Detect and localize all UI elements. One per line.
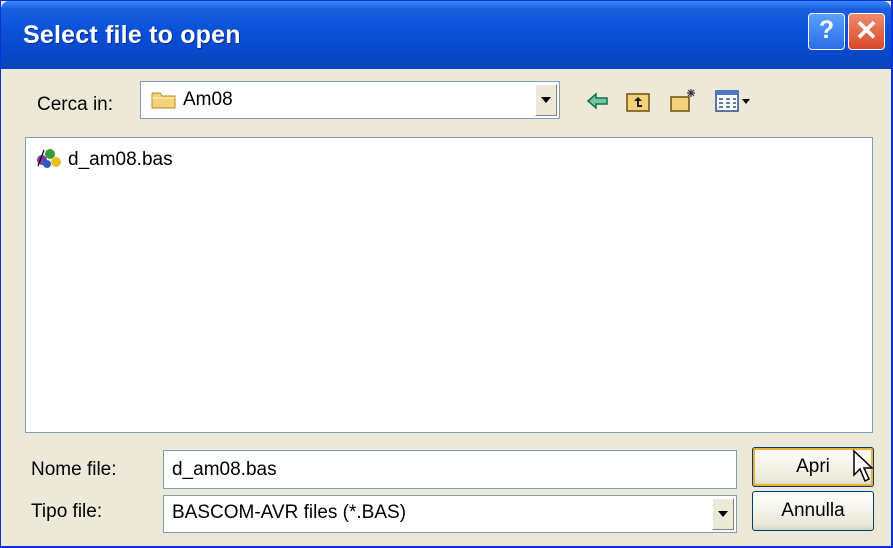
mouse-cursor-icon (852, 449, 878, 490)
up-folder-icon[interactable] (624, 87, 652, 115)
file-list[interactable]: d_am08.bas (25, 137, 873, 433)
file-name-input[interactable] (163, 450, 737, 489)
chevron-down-icon[interactable] (712, 498, 734, 530)
view-menu-icon[interactable] (714, 87, 756, 115)
cancel-button[interactable]: Annulla (752, 491, 874, 531)
look-in-label: Cerca in: (37, 94, 114, 115)
look-in-dropdown[interactable]: Am08 (140, 81, 560, 119)
close-button[interactable]: ✕ (848, 13, 885, 50)
bascom-file-icon (37, 149, 61, 168)
dialog-title: Select file to open (23, 21, 241, 49)
folder-icon (151, 90, 177, 115)
file-type-value: BASCOM-AVR files (*.BAS) (172, 502, 407, 523)
back-arrow-icon[interactable] (584, 87, 612, 115)
new-folder-icon[interactable] (669, 87, 697, 115)
file-type-dropdown[interactable]: BASCOM-AVR files (*.BAS) (163, 495, 737, 533)
title-bar[interactable]: Select file to open ? ✕ (1, 1, 891, 69)
file-name-label: Nome file: (31, 459, 117, 480)
look-in-value: Am08 (183, 89, 233, 110)
chevron-down-icon[interactable] (535, 84, 557, 116)
file-name: d_am08.bas (68, 149, 173, 170)
file-type-label: Tipo file: (31, 501, 103, 522)
open-file-dialog: Select file to open ? ✕ Cerca in: Am08 d… (0, 0, 893, 548)
help-button[interactable]: ? (808, 13, 845, 50)
